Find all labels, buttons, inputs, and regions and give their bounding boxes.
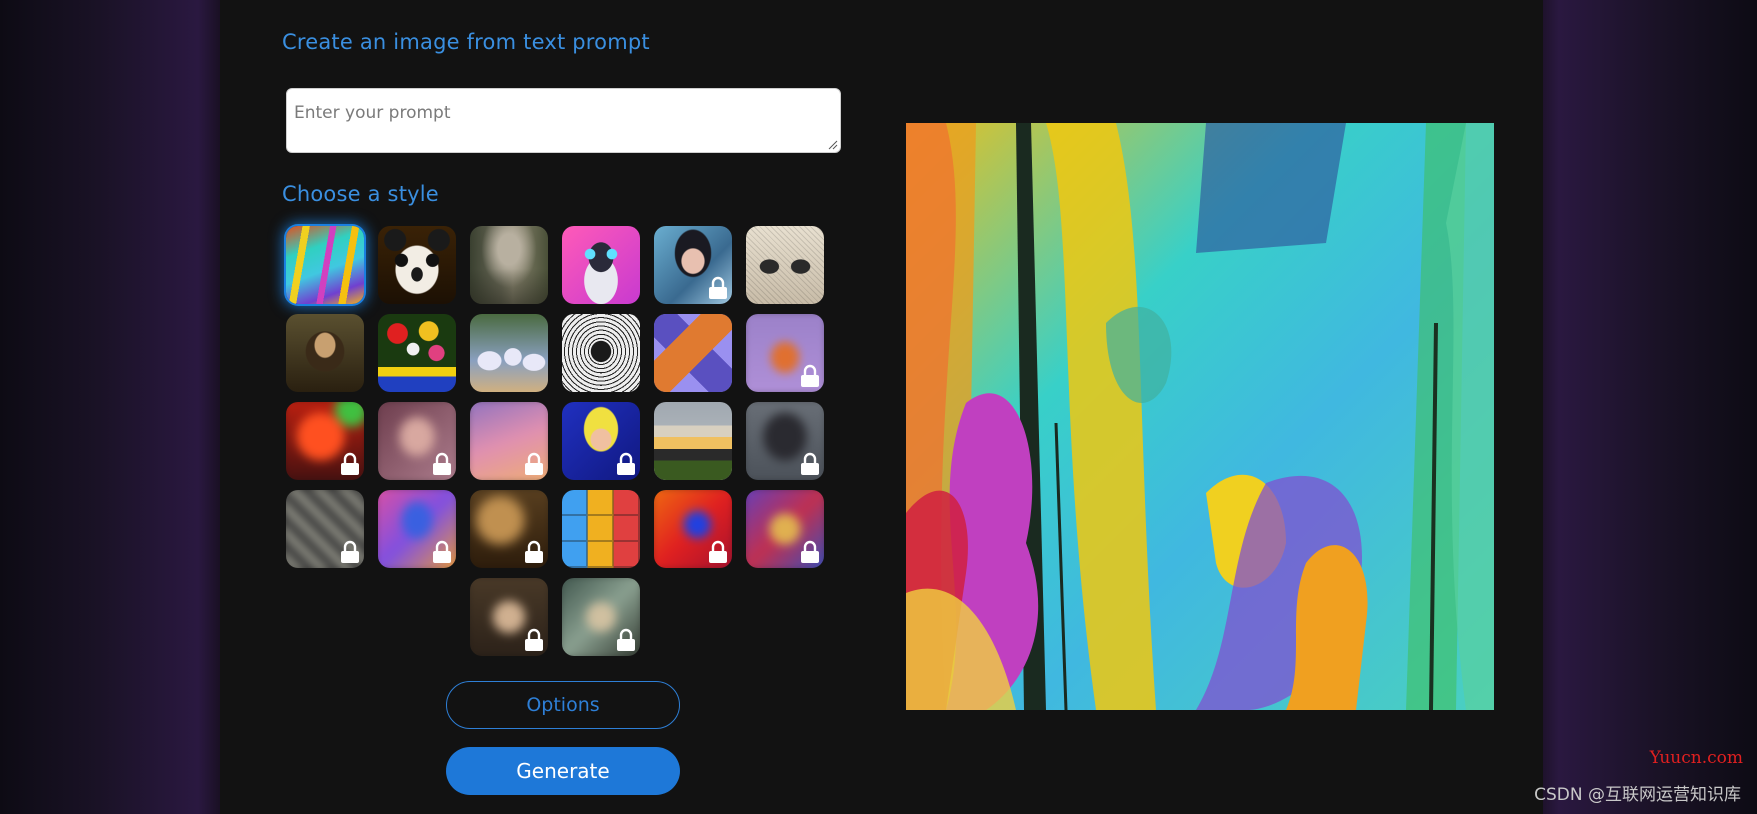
style-tile-pop-art[interactable] <box>562 402 640 480</box>
watermark-site: Yuucn.com <box>1649 748 1743 768</box>
style-grid <box>286 226 826 666</box>
style-tile-abstract[interactable] <box>286 226 364 304</box>
style-tile-glam[interactable] <box>378 402 456 480</box>
watermark-csdn: CSDN @互联网运营知识库 <box>1534 785 1741 805</box>
style-tile-ink[interactable] <box>562 578 640 656</box>
lock-icon <box>801 364 819 387</box>
lock-icon <box>341 452 359 475</box>
lock-icon <box>709 540 727 563</box>
style-tile-robot[interactable] <box>562 226 640 304</box>
lock-icon <box>617 628 635 651</box>
style-tile-neon[interactable] <box>286 402 364 480</box>
options-button[interactable]: Options <box>446 681 680 729</box>
style-tile-ballet[interactable] <box>470 314 548 392</box>
style-heading: Choose a style <box>282 182 439 206</box>
create-heading: Create an image from text prompt <box>282 30 650 54</box>
lock-icon <box>341 540 359 563</box>
lock-icon <box>433 540 451 563</box>
lock-icon <box>525 540 543 563</box>
style-tile-old-master[interactable] <box>470 490 548 568</box>
resize-handle-icon[interactable] <box>828 140 838 150</box>
style-tile-dark[interactable] <box>746 402 824 480</box>
lock-icon <box>525 452 543 475</box>
style-tile-fox[interactable] <box>746 314 824 392</box>
lock-icon <box>801 540 819 563</box>
generated-image-preview <box>906 123 1494 710</box>
lock-icon <box>525 628 543 651</box>
right-backdrop <box>1537 0 1757 814</box>
style-tile-flowers[interactable] <box>378 314 456 392</box>
lock-icon <box>801 452 819 475</box>
style-tile-sketch[interactable] <box>562 314 640 392</box>
style-tile-panda[interactable] <box>378 226 456 304</box>
generate-button[interactable]: Generate <box>446 747 680 795</box>
lock-icon <box>617 452 635 475</box>
prompt-field[interactable] <box>286 88 841 153</box>
prompt-input[interactable] <box>287 89 840 152</box>
style-tile-isometric[interactable] <box>654 314 732 392</box>
style-tile-pastel[interactable] <box>470 402 548 480</box>
style-tile-mosaic[interactable] <box>286 490 364 568</box>
style-tile-engraving[interactable] <box>746 226 824 304</box>
style-tile-tribal[interactable] <box>746 490 824 568</box>
style-tile-gradient[interactable] <box>654 490 732 568</box>
style-tile-vibrant[interactable] <box>378 490 456 568</box>
style-tile-architecture[interactable] <box>654 402 732 480</box>
lock-icon <box>433 452 451 475</box>
left-backdrop <box>0 0 220 814</box>
style-tile-landscape[interactable] <box>470 226 548 304</box>
style-tile-icon-set[interactable] <box>562 490 640 568</box>
style-tile-portrait[interactable] <box>654 226 732 304</box>
lock-icon <box>709 276 727 299</box>
style-tile-renaissance[interactable] <box>286 314 364 392</box>
style-tile-warrior[interactable] <box>470 578 548 656</box>
